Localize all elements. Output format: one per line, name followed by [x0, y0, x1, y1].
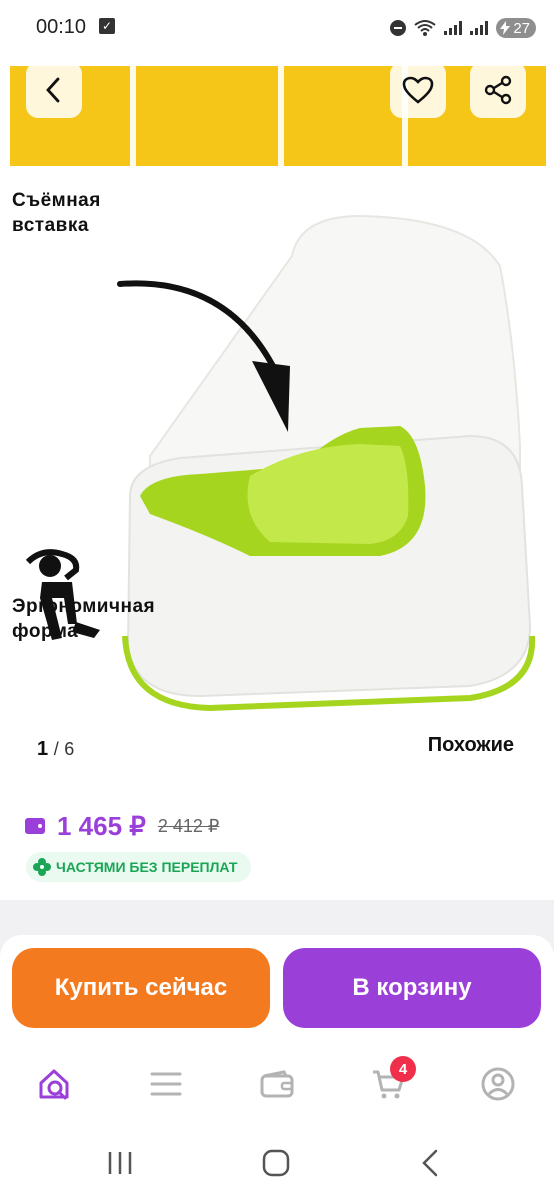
- image-pager: 1 / 6: [37, 738, 74, 761]
- menu-icon: [150, 1072, 182, 1096]
- signal-icon-2: [470, 21, 489, 35]
- status-bar: 00:10 ✓ 27: [0, 0, 554, 56]
- home-icon[interactable]: [262, 1149, 290, 1177]
- do-not-disturb-icon: [390, 20, 407, 36]
- pager-separator: /: [53, 739, 59, 759]
- tab-profile[interactable]: [478, 1064, 518, 1104]
- signal-icon: [444, 21, 463, 35]
- wallet-icon: [260, 1070, 294, 1098]
- heart-icon: [402, 76, 434, 104]
- favorite-button[interactable]: [390, 62, 446, 118]
- tab-home-search[interactable]: [36, 1064, 76, 1104]
- share-button[interactable]: [470, 62, 526, 118]
- charging-icon: [500, 21, 511, 35]
- similar-products-link[interactable]: Похожие: [428, 734, 514, 757]
- pager-current: 1: [37, 738, 49, 760]
- tab-catalog[interactable]: [146, 1064, 186, 1104]
- callout-removable-insert: Съёмная вставка: [12, 190, 101, 236]
- bottom-tab-bar: [0, 1040, 554, 1130]
- installments-badge[interactable]: ЧАСТЯМИ БЕЗ ПЕРЕПЛАТ: [26, 852, 252, 882]
- current-price: 1 465 ₽: [57, 810, 146, 841]
- clover-icon: [33, 858, 51, 876]
- recent-apps-icon[interactable]: [106, 1150, 134, 1176]
- pager-total: 6: [64, 739, 75, 759]
- chevron-left-icon: [46, 77, 60, 103]
- tab-wallet[interactable]: [257, 1064, 297, 1104]
- callout-ergonomic-shape: Эргономичная форма: [12, 596, 156, 642]
- old-price: 2 412 ₽: [157, 815, 220, 836]
- system-navigation-bar: [0, 1130, 554, 1200]
- buy-now-button[interactable]: Купить сейчас: [12, 948, 270, 1028]
- add-to-cart-button[interactable]: В корзину: [283, 948, 541, 1028]
- share-icon: [484, 75, 512, 105]
- product-card: Съёмная вставка Эргономичная форма 1 / 6…: [0, 56, 554, 900]
- price-row: 1 465 ₽ 2 412 ₽: [25, 811, 219, 841]
- cart-count-badge: 4: [390, 1056, 416, 1082]
- home-search-icon: [39, 1069, 69, 1100]
- back-icon[interactable]: [420, 1149, 440, 1177]
- status-icons: 27: [390, 16, 536, 40]
- checkbox-notification-icon: ✓: [99, 18, 115, 34]
- wifi-icon: [414, 20, 436, 36]
- installments-label: ЧАСТЯМИ БЕЗ ПЕРЕПЛАТ: [56, 859, 238, 875]
- battery-indicator: 27: [496, 18, 536, 38]
- status-time: 00:10: [36, 16, 87, 38]
- wallet-icon: [25, 818, 45, 834]
- product-image-gallery[interactable]: Съёмная вставка Эргономичная форма: [0, 56, 554, 726]
- profile-icon: [481, 1067, 515, 1101]
- ikea-letters: [10, 66, 546, 166]
- potty-illustration: [25, 214, 536, 712]
- back-button[interactable]: [26, 62, 82, 118]
- battery-level: 27: [513, 19, 530, 37]
